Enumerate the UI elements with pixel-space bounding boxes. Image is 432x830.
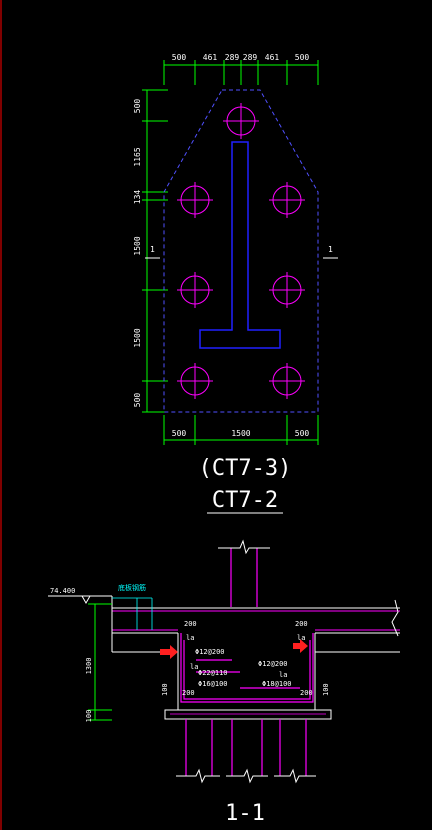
blinding-layer [164, 709, 332, 720]
top-dim-5: 461 [265, 53, 280, 62]
svg-text:74.400: 74.400 [50, 587, 75, 595]
plan-title-main: (CT7-3) [199, 456, 292, 481]
pile-mid-left [177, 182, 213, 218]
height-dim-1300: 1300 [85, 658, 93, 675]
pile-top [223, 103, 259, 139]
pile-breaks [176, 768, 316, 784]
slab-break-right [391, 599, 399, 637]
pile-bottom-right [269, 363, 305, 399]
cad-drawing-canvas: 500 461 289 289 461 500 500 1165 134 150… [0, 0, 400, 830]
section-1-1: 74.400 底板钢筋 200 la 200 la Φ12@200 Φ22@11… [48, 539, 400, 826]
side-right-label: 100 [322, 683, 330, 696]
pile-center-right [269, 272, 305, 308]
bottom-dim-2: 1500 [231, 429, 250, 438]
arrow-left [160, 645, 178, 659]
left-dim-4: 1500 [133, 236, 142, 255]
cushion-note: 底板钢筋 [118, 583, 146, 592]
section-column [230, 548, 258, 607]
top-dim-6: 500 [295, 53, 310, 62]
top-dimension-chain [163, 60, 319, 85]
label-200-right: 200 [295, 620, 308, 628]
bottom-dim-1: 500 [172, 429, 187, 438]
slab-rebar [112, 610, 400, 631]
rebar-left-mid2: Φ16@100 [198, 680, 228, 688]
section-piles [185, 719, 307, 776]
inner-left-200: 200 [182, 689, 195, 697]
inner-right-200: 200 [300, 689, 313, 697]
section-title: 1-1 [225, 801, 265, 826]
left-dim-1: 500 [133, 99, 142, 114]
elevation-marker: 74.400 [48, 587, 112, 605]
top-dim-4: 289 [243, 53, 258, 62]
left-dim-5: 1500 [133, 328, 142, 347]
top-dim-1: 500 [172, 53, 187, 62]
stepped-left [111, 596, 400, 710]
inner-right-la: la [279, 671, 287, 679]
height-dim-100: 100 [85, 710, 93, 723]
rebar-left-mid1: Φ22@110 [198, 669, 228, 677]
left-dim-6: 500 [133, 393, 142, 408]
plan-title-sub: CT7-2 [212, 488, 278, 513]
rebar-left-top: Φ12@200 [195, 648, 225, 656]
pile-bottom-left [177, 363, 213, 399]
top-slab [112, 607, 400, 634]
svg-text:1: 1 [150, 245, 155, 254]
bottom-dim-3: 500 [295, 429, 310, 438]
top-dim-3: 289 [225, 53, 240, 62]
label-la-right: la [297, 634, 305, 642]
section-mark-right: 1 [323, 245, 338, 259]
top-dim-2: 461 [203, 53, 218, 62]
cushion-strip [112, 597, 153, 630]
label-200-left: 200 [184, 620, 197, 628]
pile-cap-plan: 500 461 289 289 461 500 500 1165 134 150… [133, 53, 338, 514]
column-break [218, 539, 270, 555]
label-la-left: la [186, 634, 194, 642]
column-outline [199, 141, 281, 349]
inner-left-la: la [190, 663, 198, 671]
left-dim-2: 1165 [133, 147, 142, 166]
piles [177, 103, 305, 399]
pile-center-left [177, 272, 213, 308]
svg-text:1: 1 [328, 245, 333, 254]
side-left-label: 100 [161, 683, 169, 696]
rebar-right-bottom: Φ18@100 [262, 680, 292, 688]
pile-mid-right [269, 182, 305, 218]
left-dim-3: 134 [133, 190, 142, 205]
rebar-right-top: Φ12@200 [258, 660, 288, 668]
